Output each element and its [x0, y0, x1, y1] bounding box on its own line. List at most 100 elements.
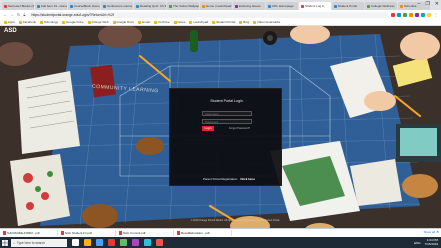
taskbar-app-icon[interactable] [144, 239, 151, 246]
taskbar-apps [72, 239, 163, 246]
taskbar-app-icon[interactable] [120, 239, 127, 246]
bookmark-label: Student Portal [216, 20, 236, 24]
browser-tab[interactable]: OPL Homepage [266, 2, 298, 10]
tab-label: Semester Blocks (Stu... [8, 4, 34, 8]
browser-tab[interactable]: The Yellow Wallpaper [167, 2, 199, 10]
back-icon[interactable]: ← [3, 12, 7, 17]
bookmark-item[interactable]: YouTube [153, 20, 170, 24]
bookmark-icon [40, 20, 44, 24]
taskbar-search[interactable]: ⌕ Type here to search [11, 238, 67, 247]
windows-taskbar: ⌕ Type here to search [0, 237, 441, 248]
bookmark-icon [87, 20, 91, 24]
close-icon[interactable]: ✕ [435, 1, 439, 7]
browser-tab[interactable]: Semester Blocks (Stu... [2, 2, 34, 10]
bookmark-label: Apps [8, 20, 15, 24]
maximize-icon[interactable]: ❐ [425, 1, 429, 7]
extension-icon[interactable] [427, 12, 431, 17]
bookmark-item[interactable]: Schoology [40, 20, 58, 24]
tab-favicon-icon [268, 4, 271, 8]
bookmark-item[interactable]: Google Drive [62, 20, 84, 24]
tab-label: Enduring Issues [239, 4, 261, 8]
minimize-icon[interactable]: – [418, 1, 421, 7]
bookmark-item[interactable]: Notes [173, 20, 186, 24]
browser-tab[interactable]: Reading Quiz: Ch 3 [134, 2, 166, 10]
screen: Semester Blocks (Stu... Fall Sem 19 - Hom… [0, 0, 441, 248]
bookmark-label: Schoology [44, 20, 59, 24]
bookmark-icon [173, 20, 177, 24]
tab-favicon-icon [136, 4, 139, 8]
bookmark-item[interactable]: Bing [239, 20, 249, 24]
search-placeholder: Type here to search [16, 240, 45, 245]
browser-tab[interactable]: Collegis Wellness [365, 2, 397, 10]
taskbar-app-icon[interactable] [132, 239, 139, 246]
language-indicator[interactable]: ENG [414, 241, 421, 245]
tab-favicon-icon [235, 4, 238, 8]
bookmark-icon [137, 20, 141, 24]
browser-tab-strip: Semester Blocks (Stu... Fall Sem 19 - Hom… [0, 0, 441, 10]
start-icon[interactable] [0, 237, 10, 248]
bookmark-item[interactable]: Launchpad [189, 20, 208, 24]
download-item[interactable]: ResultEducation...pdf [177, 230, 232, 236]
browser-tab[interactable]: Student Portal [332, 2, 364, 10]
login-title: Student Portal Login [210, 99, 243, 103]
tab-label: Conference course [107, 4, 133, 8]
bookmark-item[interactable]: Other bookmarks [253, 20, 280, 24]
bookmark-label: Google Docs [116, 20, 134, 24]
registration-link[interactable]: Click Here [240, 177, 255, 181]
download-item[interactable]: SJOVANDE-FORM...pdf [3, 230, 58, 236]
browser-tab[interactable]: Student Log in [299, 2, 331, 10]
extension-icon[interactable] [403, 12, 407, 17]
password-input[interactable] [202, 119, 252, 124]
extension-icon[interactable] [421, 12, 425, 17]
taskbar-app-icon[interactable] [96, 239, 103, 246]
bookmark-label: YouTube [157, 20, 170, 24]
download-item[interactable]: SAC Student Fri.pdf [61, 230, 116, 236]
bookmark-item[interactable]: Facebook [18, 20, 36, 24]
bookmark-icon [153, 20, 157, 24]
bookmark-item[interactable]: Apps [4, 20, 15, 24]
bookmark-label: Notes [177, 20, 186, 24]
extension-icon[interactable] [409, 12, 413, 17]
browser-tab[interactable]: CourseBlock Homepage [68, 2, 100, 10]
downloads-bar: SJOVANDE-FORM...pdf SAC Student Fri.pdf SA… [0, 228, 441, 237]
browser-tab[interactable]: Fall Sem 19 - Home [35, 2, 67, 10]
browser-tab[interactable]: Enduring Issues [233, 2, 265, 10]
forgot-password-link[interactable]: Forgot Password? [229, 126, 250, 131]
tab-favicon-icon [169, 4, 172, 8]
taskbar-app-icon[interactable] [84, 239, 91, 246]
menu-icon[interactable]: ⋮ [434, 12, 438, 17]
username-input[interactable] [202, 111, 252, 116]
bookmark-icon [253, 20, 257, 24]
bookmark-item[interactable]: Student Portal [212, 20, 235, 24]
close-downloads-icon[interactable]: ✕ [436, 230, 439, 234]
download-item[interactable]: SAC Commit.pdf [119, 230, 174, 236]
extension-icon[interactable] [391, 12, 395, 17]
show-all-downloads[interactable]: Show all [424, 230, 435, 234]
tab-favicon-icon [4, 4, 7, 8]
clock[interactable]: 1:04 PM 7/15/2019 [425, 238, 438, 247]
bookmark-item[interactable]: Gmail [137, 20, 150, 24]
tab-label: Schedule [404, 4, 417, 8]
browser-tab[interactable]: Home | Launchpad [200, 2, 232, 10]
bookmark-icon [189, 20, 193, 24]
tab-favicon-icon [70, 4, 73, 8]
taskbar-app-icon[interactable] [72, 239, 79, 246]
bookmark-icon [4, 20, 7, 24]
extension-icon[interactable] [397, 12, 401, 17]
system-tray: ENG 1:04 PM 7/15/2019 [414, 237, 438, 248]
pdf-file-icon [119, 231, 122, 235]
taskbar-app-icon[interactable] [156, 239, 163, 246]
download-filename: SAC Commit.pdf [123, 231, 146, 235]
forward-icon[interactable]: → [10, 12, 14, 17]
extension-icon[interactable] [415, 12, 419, 17]
bookmark-item[interactable]: Google Docs [112, 20, 134, 24]
browser-tab[interactable]: Conference course [101, 2, 133, 10]
site-logo[interactable]: ASD [4, 28, 17, 34]
tab-favicon-icon [103, 4, 106, 8]
taskbar-app-icon[interactable] [108, 239, 115, 246]
login-button[interactable]: Login [202, 126, 214, 131]
reload-icon[interactable]: ↻ [17, 12, 20, 17]
url-field[interactable]: https://studentportal.orange.edu/Login/?… [28, 11, 388, 18]
tab-favicon-icon [37, 4, 40, 8]
bookmark-item[interactable]: Orange Web [87, 20, 109, 24]
